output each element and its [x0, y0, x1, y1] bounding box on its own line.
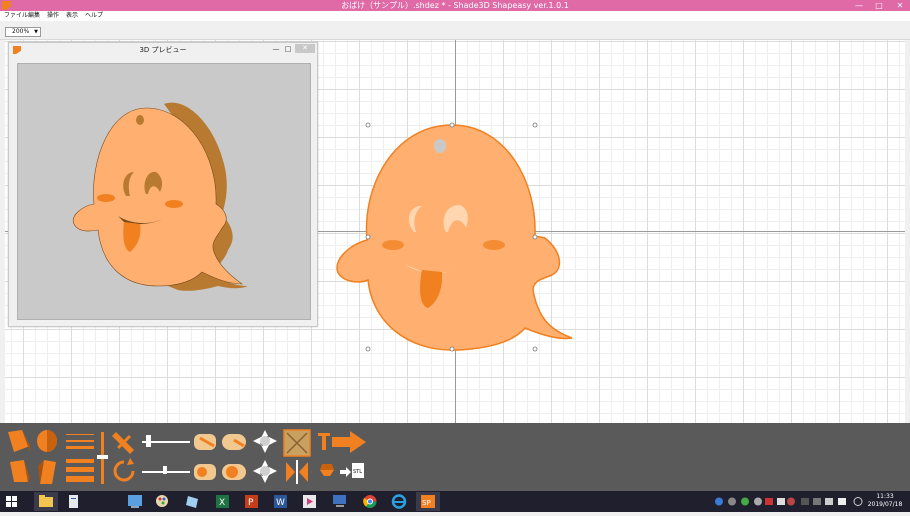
box-select-icon[interactable] — [283, 429, 311, 457]
title-bar: おばけ（サンプル）.shdez * - Shade3D Shapeasy ver… — [0, 0, 910, 11]
menu-operation[interactable]: 操作 — [47, 11, 59, 21]
preview-window[interactable]: 3D プレビュー — □ ✕ — [8, 42, 318, 327]
round-bevel-icon[interactable] — [222, 464, 246, 480]
line-width-thin-icon[interactable] — [66, 434, 94, 449]
ghost-hole — [434, 139, 446, 153]
close-button[interactable]: ✕ — [893, 0, 907, 11]
menu-edit[interactable]: 編集 — [28, 11, 40, 21]
start-icon[interactable] — [6, 496, 17, 507]
svg-text:W: W — [276, 498, 285, 508]
preview-right-cheek — [165, 200, 183, 208]
round-extrude-icon[interactable] — [222, 434, 246, 450]
clock[interactable]: 11:33 2019/07/18 — [862, 493, 908, 509]
paint-icon[interactable] — [156, 495, 168, 507]
zoom-value: 200% — [12, 28, 30, 35]
svg-text:X: X — [219, 498, 225, 508]
svg-text:P: P — [248, 498, 254, 508]
extrude-icon[interactable] — [194, 434, 216, 450]
bevel-icon[interactable] — [194, 464, 216, 480]
maximize-button[interactable]: □ — [872, 0, 886, 11]
wedge-tool-icon[interactable] — [10, 460, 30, 482]
preview-3d-ghost — [72, 102, 248, 291]
taskbar: X P W SP 11:33 2019/07/18 — [0, 491, 910, 512]
ghost-right-cheek — [483, 240, 505, 250]
preview-viewport[interactable] — [17, 63, 311, 320]
excel-icon[interactable]: X — [216, 495, 229, 508]
ghost-left-cheek — [382, 240, 404, 250]
powerpoint-icon[interactable]: P — [245, 495, 258, 508]
menu-view[interactable]: 表示 — [66, 11, 78, 21]
move-icon[interactable] — [253, 430, 277, 453]
shapeasy-icon[interactable]: SP — [421, 495, 435, 508]
clock-time: 11:33 — [876, 493, 894, 500]
control-panel-icon[interactable] — [128, 495, 142, 508]
menu-file[interactable]: ファイル — [4, 11, 28, 21]
preview-close-button[interactable]: ✕ — [295, 44, 315, 53]
scale-icon[interactable] — [253, 460, 277, 483]
clock-date: 2019/07/18 — [867, 501, 903, 508]
slider-top[interactable] — [142, 435, 190, 447]
preview-maximize-button[interactable]: □ — [283, 45, 293, 54]
preview-title-bar[interactable]: 3D プレビュー — □ ✕ — [9, 43, 317, 57]
ie-icon[interactable] — [391, 494, 407, 509]
pen-tool-icon[interactable] — [112, 432, 134, 454]
chrome-icon[interactable] — [363, 495, 377, 508]
export-stl-icon[interactable]: STL — [320, 463, 364, 478]
cone-tool-icon[interactable] — [38, 460, 56, 484]
svg-text:SP: SP — [422, 499, 431, 507]
vertical-slider[interactable] — [97, 432, 108, 484]
svg-text:STL: STL — [353, 469, 362, 475]
app-icon[interactable] — [186, 496, 198, 508]
document-icon[interactable] — [69, 495, 78, 508]
menu-bar: ファイル 編集 操作 表示 ヘルプ — [0, 11, 910, 21]
pc-icon[interactable] — [333, 495, 346, 507]
toolbar: 200% ▼ — [0, 21, 910, 40]
chevron-down-icon: ▼ — [34, 29, 38, 35]
tool-panel: STL — [0, 423, 910, 491]
box-tool-icon[interactable] — [8, 430, 30, 452]
preview-minimize-button[interactable]: — — [271, 45, 281, 54]
zoom-select[interactable]: 200% ▼ — [5, 27, 41, 37]
slider-bottom[interactable] — [142, 466, 190, 474]
window-title: おばけ（サンプル）.shdez * - Shade3D Shapeasy ver… — [341, 1, 569, 10]
minimize-button[interactable]: — — [852, 0, 866, 11]
cylinder-tool-icon[interactable] — [37, 430, 57, 452]
mirror-icon[interactable] — [286, 460, 308, 484]
media-icon[interactable] — [303, 495, 316, 508]
preview-left-cheek — [97, 194, 115, 202]
ghost-shape[interactable] — [330, 115, 580, 360]
system-tray[interactable] — [715, 497, 863, 506]
preview-hole — [136, 115, 144, 125]
line-width-thick-icon[interactable] — [66, 459, 94, 482]
menu-help[interactable]: ヘルプ — [85, 11, 103, 21]
text-arrow-icon[interactable] — [318, 431, 366, 453]
rotate-icon[interactable] — [113, 458, 135, 482]
word-icon[interactable]: W — [274, 495, 287, 508]
